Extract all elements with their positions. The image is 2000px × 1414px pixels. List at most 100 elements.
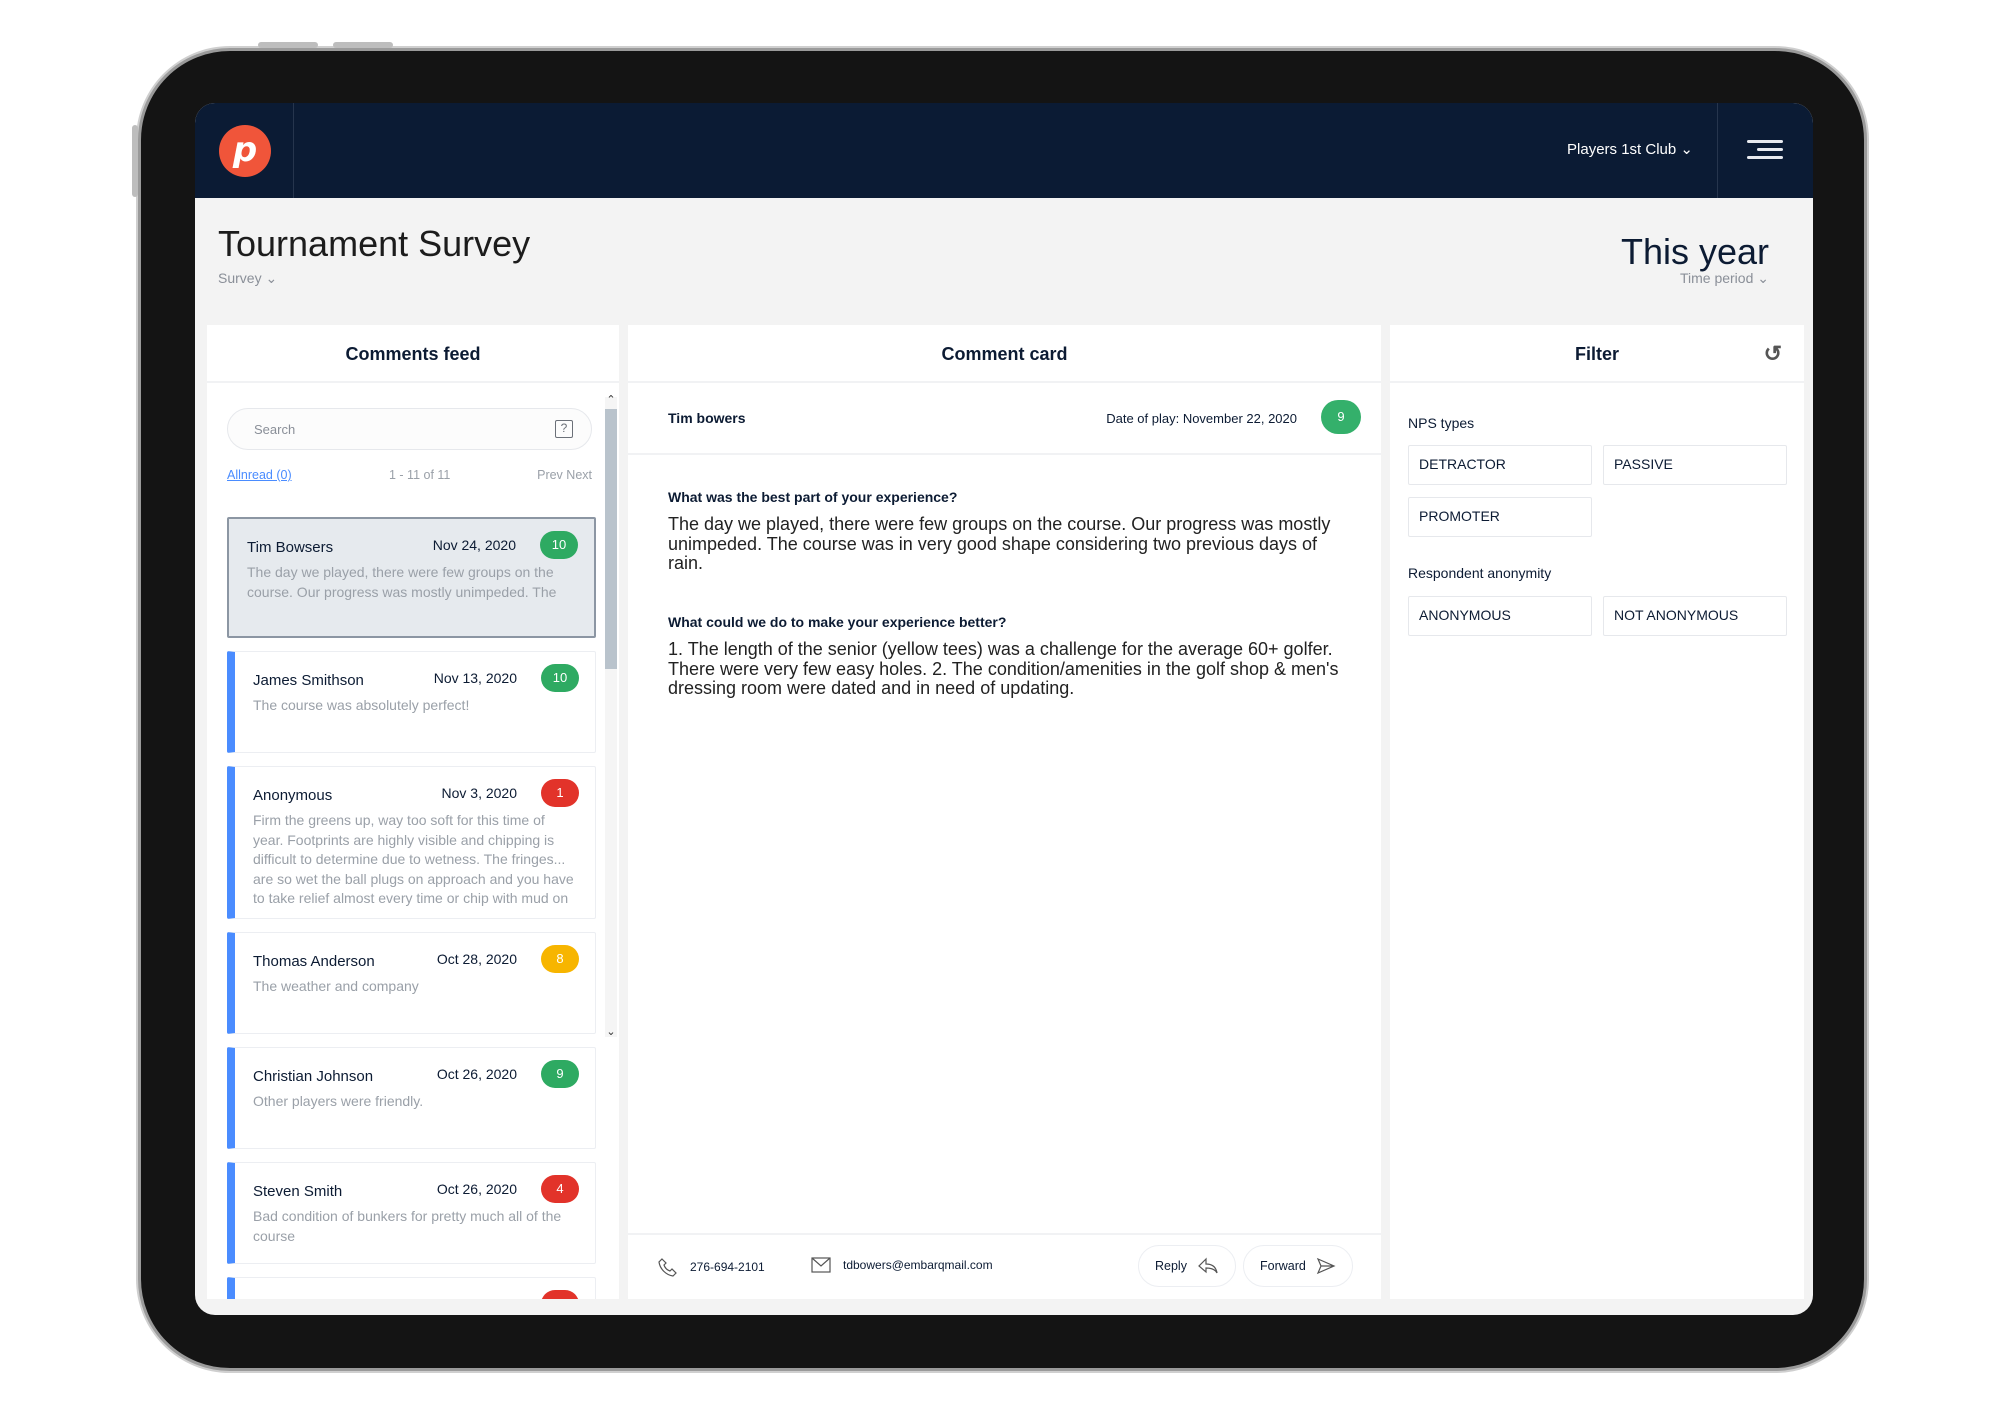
chip-promoter[interactable]: PROMOTER [1408,497,1592,537]
comment-preview: The weather and company [253,978,419,994]
comment-date: Oct 28, 2020 [436,951,517,967]
phone-icon [658,1258,677,1277]
chip-passive[interactable]: PASSIVE [1603,445,1787,485]
scrollbar-thumb[interactable] [605,409,617,669]
commenter-name: Anonymous [253,787,333,804]
tablet-button [333,42,393,48]
comment-date: Nov 13, 2020 [433,670,517,686]
answer-2: 1. The length of the senior (yellow tees… [668,639,1339,698]
club-selector[interactable]: Players 1st Club ⌄ [1567,140,1693,158]
comment-date: Nov 24, 2020 [432,537,516,553]
page-title: Tournament Survey [218,223,531,264]
comment-date: Oct 20, 2020 [437,1296,517,1299]
comment-list-item[interactable]: Christian Johnson Oct 26, 2020 9 Other p… [227,1047,596,1149]
comments-list: Tim Bowsers Nov 24, 2020 10 The day we p… [227,517,597,1299]
time-period-value[interactable]: This year [1621,231,1769,273]
scrollbar[interactable]: ⌃ ⌄ [605,394,617,1038]
help-icon[interactable]: ? [555,420,573,438]
answer-1: The day we played, there were few groups… [668,514,1331,573]
send-icon [1316,1257,1336,1275]
comments-feed-panel: Comments feed Search ? Allnread (0) 1 - … [207,325,619,1299]
card-footer: 276-694-2101 tdbowers@embarqmail.com Rep… [628,1233,1381,1296]
score-badge: 9 [1321,400,1361,434]
top-nav: p Players 1st Club ⌄ [195,103,1813,198]
panel-title: Comments feed [207,325,619,383]
comment-date: Oct 26, 2020 [436,1066,517,1082]
anonymity-label: Respondent anonymity [1408,565,1552,581]
time-period-dropdown[interactable]: Time period ⌄ [1680,270,1769,287]
commenter-name: Steven Smith [253,1183,343,1200]
comment-preview: Firm the greens up, way too soft for thi… [253,812,574,906]
score-badge: 10 [540,531,578,559]
comment-preview: The day we played, there were few groups… [247,564,557,600]
scroll-down-icon[interactable]: ⌄ [605,1025,617,1038]
filter-title: Filter [1574,344,1619,364]
date-of-play: Date of play: November 22, 2020 [1106,411,1297,426]
reply-icon [1198,1257,1218,1274]
forward-label: Forward [1260,1259,1306,1273]
comment-list-item[interactable]: Steven Smith Oct 26, 2020 4 Bad conditio… [227,1162,596,1264]
score-badge: 8 [541,945,579,973]
commenter-name: Thomas Anderson [253,953,375,970]
reply-button[interactable]: Reply [1138,1245,1236,1287]
comment-card-panel: Comment card Tim bowers Date of play: No… [628,325,1381,1299]
search-input[interactable]: Search ? [227,408,592,450]
forward-button[interactable]: Forward [1243,1245,1353,1287]
score-badge: 4 [541,1175,579,1203]
chevron-down-icon: ⌄ [1680,141,1693,158]
email-address: tdbowers@embarqmail.com [843,1258,993,1272]
chevron-down-icon: ⌄ [265,270,278,286]
nps-types-label: NPS types [1408,415,1475,431]
mail-icon [811,1257,831,1273]
feed-pagination: Allnread (0) 1 - 11 of 11 Prev Next [227,468,592,482]
comment-date: Oct 26, 2020 [436,1181,517,1197]
logo[interactable]: p [219,125,271,177]
search-placeholder: Search [254,422,296,437]
comment-list-item[interactable]: Anonymous Nov 3, 2020 1 Firm the greens … [227,766,596,919]
next-link[interactable]: Next [566,468,592,482]
chip-not-anonymous[interactable]: NOT ANONYMOUS [1603,596,1787,636]
comment-list-item[interactable]: Allan Peterson Oct 20, 2020 5 [227,1277,596,1299]
email-contact[interactable]: tdbowers@embarqmail.com [811,1257,993,1273]
prev-link[interactable]: Prev [537,468,563,482]
score-badge: 10 [541,664,579,692]
score-badge: 5 [541,1290,579,1299]
comment-list-item[interactable]: James Smithson Nov 13, 2020 10 The cours… [227,651,596,753]
phone-contact[interactable]: 276-694-2101 [658,1257,765,1277]
panel-title: Filter ↺ [1390,325,1804,383]
survey-dropdown[interactable]: Survey ⌄ [218,270,277,287]
score-badge: 1 [541,779,579,807]
app-screen: p Players 1st Club ⌄ Tournament Survey S… [195,103,1813,1315]
commenter-name: James Smithson [253,672,364,689]
comment-date: Nov 3, 2020 [441,785,518,801]
tablet-button [258,42,318,48]
divider [628,453,1381,455]
survey-label: Survey [218,270,262,286]
score-badge: 9 [541,1060,579,1088]
all-unread-link[interactable]: Allnread (0) [227,468,292,482]
phone-number: 276-694-2101 [690,1260,765,1274]
tablet-button [132,125,138,197]
question-1: What was the best part of your experienc… [668,489,958,505]
club-label: Players 1st Club [1567,141,1677,158]
comment-preview: Other players were friendly. [253,1093,424,1109]
comment-list-item[interactable]: Tim Bowsers Nov 24, 2020 10 The day we p… [227,517,596,638]
question-2: What could we do to make your experience… [668,614,1007,630]
range-text: 1 - 11 of 11 [389,468,451,482]
chip-detractor[interactable]: DETRACTOR [1408,445,1592,485]
divider [1717,103,1718,198]
reply-label: Reply [1155,1259,1187,1273]
commenter-name: Tim Bowsers [247,539,334,556]
filter-panel: Filter ↺ NPS types DETRACTOR PASSIVE PRO… [1390,325,1804,1299]
hamburger-menu-icon[interactable] [1747,140,1783,160]
respondent-name: Tim bowers [668,410,746,426]
scroll-up-icon[interactable]: ⌃ [605,393,617,406]
chip-anonymous[interactable]: ANONYMOUS [1408,596,1592,636]
commenter-name: Allan Peterson [253,1298,351,1299]
chevron-down-icon: ⌄ [1757,270,1769,286]
comment-preview: The course was absolutely perfect! [253,697,470,713]
reset-icon[interactable]: ↺ [1764,343,1782,365]
comment-list-item[interactable]: Thomas Anderson Oct 28, 2020 8 The weath… [227,932,596,1034]
time-period-label: Time period [1679,270,1754,286]
comment-preview: Bad condition of bunkers for pretty much… [253,1208,562,1244]
